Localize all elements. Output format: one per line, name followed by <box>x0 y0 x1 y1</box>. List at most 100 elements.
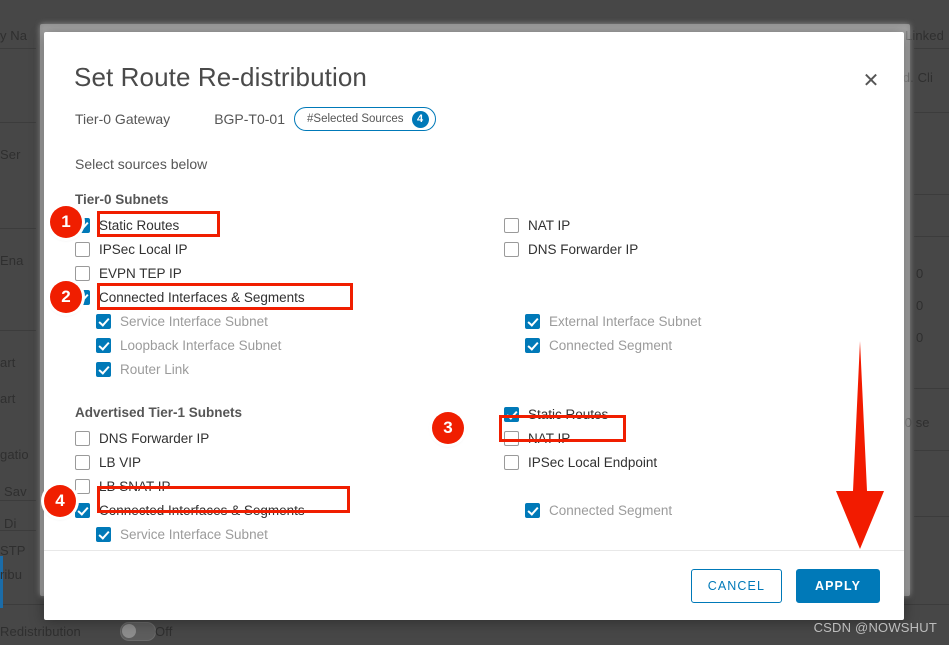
checkbox-row[interactable]: NAT IP <box>504 213 884 237</box>
checkbox-unchecked-icon[interactable] <box>75 478 90 494</box>
checkbox-label: NAT IP <box>528 430 571 446</box>
checkbox-unchecked-icon[interactable] <box>75 430 90 446</box>
gateway-type-label: Tier-0 Gateway <box>75 111 171 127</box>
background-text: Ena <box>0 253 24 268</box>
background-text: 0 <box>916 298 924 313</box>
checkbox-row[interactable]: DNS Forwarder IP <box>504 237 884 261</box>
background-text: ribu <box>0 567 23 582</box>
checkbox-row[interactable]: Connected Interfaces & Segments <box>75 285 495 309</box>
checkbox-row[interactable]: LB VIP <box>75 450 495 474</box>
checkbox-row[interactable]: Connected Interfaces & Segments <box>75 498 495 522</box>
background-text: Linked <box>905 28 944 43</box>
checkbox-label: Connected Segment <box>549 337 673 353</box>
checkbox-label: Service Interface Subnet <box>120 526 268 542</box>
background-divider <box>0 48 36 49</box>
checkbox-label: Static Routes <box>99 217 180 233</box>
checkbox-row[interactable]: External Interface Subnet <box>504 309 884 333</box>
tier1-subnets-heading: Advertised Tier-1 Subnets <box>75 405 243 420</box>
background-text: 0 <box>916 266 924 281</box>
checkbox-label: LB SNAT IP <box>99 478 171 494</box>
instruction-text: Select sources below <box>75 156 208 172</box>
checkbox-label: Static Routes <box>528 406 609 422</box>
checkbox-checked-icon[interactable] <box>96 526 111 542</box>
checkbox-row[interactable]: Static Routes <box>504 402 884 426</box>
checkbox-unchecked-icon[interactable] <box>504 241 519 257</box>
background-text: STP <box>0 543 26 558</box>
tier1-right-checkbox-list: Static Routes NAT IP IPSec Local Endpoint C… <box>504 402 884 522</box>
checkbox-unchecked-icon[interactable] <box>504 430 519 446</box>
background-divider <box>0 330 36 331</box>
checkbox-row[interactable]: Service Interface Subnet <box>75 309 495 333</box>
background-accent-bar <box>0 556 3 608</box>
gateway-summary: Tier-0 Gateway BGP-T0-01 #Selected Sourc… <box>75 107 436 131</box>
checkbox-label: Service Interface Subnet <box>120 313 268 329</box>
apply-button[interactable]: APPLY <box>796 568 880 603</box>
checkbox-unchecked-icon[interactable] <box>75 241 90 257</box>
checkbox-label: Loopback Interface Subnet <box>120 337 282 353</box>
background-divider <box>0 500 36 501</box>
checkbox-unchecked-icon[interactable] <box>504 454 519 470</box>
checkbox-row[interactable]: Router Link <box>75 357 495 381</box>
checkbox-row[interactable]: IPSec Local Endpoint <box>504 450 884 474</box>
checkbox-row[interactable]: Connected Segment <box>504 498 884 522</box>
checkbox-label: Connected Interfaces & Segments <box>99 289 305 305</box>
tier1-left-checkbox-list: DNS Forwarder IP LB VIP LB SNAT IP Connecte… <box>75 426 495 546</box>
checkbox-checked-icon[interactable] <box>75 502 90 518</box>
checkbox-row[interactable]: Loopback Interface Subnet <box>75 333 495 357</box>
checkbox-row[interactable]: EVPN TEP IP <box>75 261 495 285</box>
checkbox-checked-icon[interactable] <box>96 361 111 377</box>
checkbox-unchecked-icon[interactable] <box>75 265 90 281</box>
checkbox-checked-icon[interactable] <box>96 337 111 353</box>
background-text: Off <box>155 624 173 639</box>
checkbox-label: Connected Segment <box>549 502 673 518</box>
background-text: Redistribution <box>0 624 81 639</box>
watermark-text: CSDN @NOWSHUT <box>813 620 937 635</box>
checkbox-label: IPSec Local Endpoint <box>528 454 658 470</box>
set-route-redistribution-dialog: ✕ Set Route Re-distribution Tier-0 Gatew… <box>44 32 904 620</box>
checkbox-label: LB VIP <box>99 454 142 470</box>
checkbox-row[interactable]: DNS Forwarder IP <box>75 426 495 450</box>
screenshot-root: y Na Ser Ena art art gatio Sav Di STP ribu Redistr… <box>0 0 949 645</box>
checkbox-checked-icon[interactable] <box>525 337 540 353</box>
background-divider <box>914 194 949 195</box>
cancel-button[interactable]: CANCEL <box>690 568 782 603</box>
background-divider <box>914 450 949 451</box>
checkbox-label: DNS Forwarder IP <box>528 241 639 257</box>
checkbox-checked-icon[interactable] <box>75 217 90 233</box>
checkbox-checked-icon[interactable] <box>96 313 111 329</box>
dialog-footer: CANCEL APPLY <box>44 550 904 620</box>
checkbox-label: EVPN TEP IP <box>99 265 182 281</box>
checkbox-checked-icon[interactable] <box>525 502 540 518</box>
selected-sources-pill[interactable]: #Selected Sources 4 <box>294 107 436 131</box>
background-redistribution-toggle[interactable] <box>120 622 156 641</box>
checkbox-checked-icon[interactable] <box>504 406 519 422</box>
checkbox-label: IPSec Local IP <box>99 241 188 257</box>
checkbox-row[interactable]: Service Interface Subnet <box>75 522 495 546</box>
background-text: art <box>0 355 16 370</box>
background-text: gatio <box>0 447 29 462</box>
gateway-name: BGP-T0-01 <box>214 111 285 127</box>
checkbox-checked-icon[interactable] <box>525 313 540 329</box>
background-text: y Na <box>0 28 28 43</box>
checkbox-row[interactable]: Connected Segment <box>504 333 884 357</box>
checkbox-row[interactable]: Static Routes <box>75 213 495 237</box>
checkbox-label: Connected Interfaces & Segments <box>99 502 305 518</box>
close-icon[interactable]: ✕ <box>856 66 886 96</box>
checkbox-unchecked-icon[interactable] <box>504 217 519 233</box>
tier0-left-checkbox-list: Static Routes IPSec Local IP EVPN TEP IP Co… <box>75 213 495 381</box>
left-column: Tier-0 Subnets Static Routes IPSec Local … <box>75 190 495 546</box>
checkbox-label: DNS Forwarder IP <box>99 430 210 446</box>
background-text: 0 <box>916 330 924 345</box>
background-divider <box>0 228 36 229</box>
tier0-right-checkbox-list: NAT IP DNS Forwarder IP External Interface… <box>504 213 884 357</box>
background-divider <box>914 516 949 517</box>
checkbox-row[interactable]: NAT IP <box>504 426 884 450</box>
checkbox-unchecked-icon[interactable] <box>75 454 90 470</box>
dialog-title: Set Route Re-distribution <box>74 62 367 92</box>
checkbox-label: Router Link <box>120 361 190 377</box>
right-column: NAT IP DNS Forwarder IP External Interface… <box>504 190 884 522</box>
checkbox-row[interactable]: IPSec Local IP <box>75 237 495 261</box>
checkbox-checked-icon[interactable] <box>75 289 90 305</box>
background-text: Sav <box>4 484 27 499</box>
checkbox-row[interactable]: LB SNAT IP <box>75 474 495 498</box>
